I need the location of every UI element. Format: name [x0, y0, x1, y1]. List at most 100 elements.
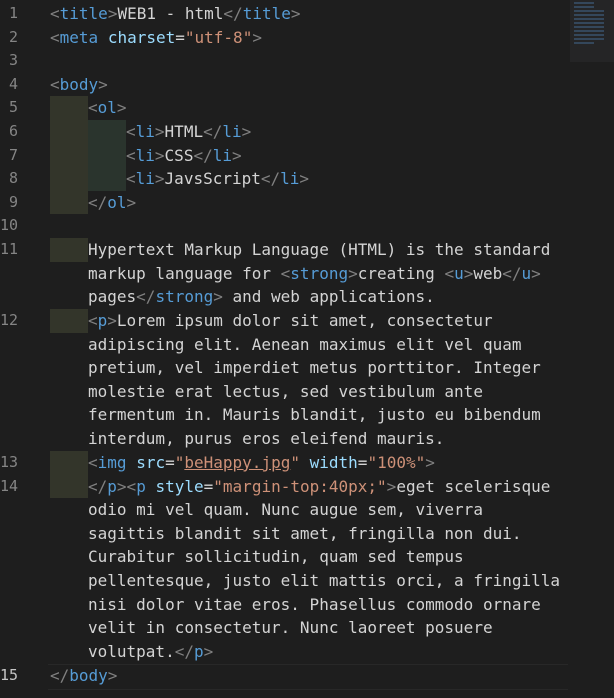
indent-marker: [50, 167, 88, 191]
code-line-1: <title>WEB1 - html</title>: [50, 2, 568, 26]
indent-marker: [50, 119, 88, 144]
indent-marker: [88, 143, 126, 168]
code-line-12: <p>Lorem ipsum dolor sit amet, consectet…: [50, 308, 568, 451]
indent-marker: [50, 190, 88, 215]
tag-name: title: [59, 4, 108, 23]
code-line-2: <meta charset="utf-8">: [50, 26, 568, 50]
line-number-active: 15: [0, 666, 19, 684]
line-number: 5: [8, 98, 18, 117]
bracket: >: [116, 476, 127, 496]
minimap[interactable]: [570, 0, 614, 62]
line-number: 4: [8, 74, 18, 93]
line-number-gutter: 1 2 3 4 5 6 7 8 9 10 11 12 13 14 15: [0, 0, 48, 698]
bracket: >: [116, 98, 127, 118]
quote: ": [290, 452, 300, 472]
bracket: <: [126, 476, 137, 496]
tag-name: li: [135, 145, 155, 165]
bracket: >: [348, 263, 358, 283]
code-line-14: </p><p style="margin-top:40px;">eget sce…: [50, 474, 570, 664]
line-number: 6: [8, 122, 18, 140]
indent-marker: [50, 237, 88, 262]
tag-name: title: [242, 4, 291, 23]
tag-name: ol: [97, 98, 117, 118]
bracket: <: [50, 4, 60, 23]
code-line-15: </body>: [50, 664, 568, 688]
indent-marker: [50, 143, 88, 168]
tag-name: body: [69, 665, 108, 685]
equals: =: [357, 452, 368, 472]
bracket: </: [203, 121, 223, 141]
minimap-line: [574, 30, 604, 32]
line-number: 13: [0, 453, 19, 471]
bracket: </: [50, 665, 70, 685]
bracket: <: [280, 263, 291, 283]
bracket: <: [50, 74, 60, 94]
equals: =: [165, 452, 175, 472]
bracket: >: [154, 169, 165, 189]
indent-marker: [50, 450, 88, 475]
indent-marker: [50, 96, 88, 120]
indent-marker: [50, 308, 88, 333]
bracket: <: [88, 310, 98, 330]
editor-window: { "line_numbers": ["1","2","3","4","5","…: [0, 0, 614, 698]
code-line-5: <ol>: [50, 96, 568, 120]
bracket: >: [203, 641, 214, 661]
text: web: [473, 263, 503, 283]
text: eget scelerisque odio mi vel quam. Nunc …: [88, 476, 570, 661]
line-number: 8: [8, 169, 18, 188]
line-number: 1: [8, 4, 18, 22]
tag-name: p: [97, 310, 108, 330]
bracket: >: [231, 145, 242, 165]
code-line-9: </ol>: [50, 190, 568, 215]
minimap-line: [574, 38, 604, 40]
bracket: >: [107, 4, 118, 23]
tag-name: u: [454, 263, 464, 283]
bracket: >: [213, 287, 223, 307]
attribute-value: "margin-top:40px;": [213, 476, 387, 496]
tag-name: li: [135, 169, 155, 189]
attribute-value: "utf-8": [184, 27, 253, 47]
code-area[interactable]: <title>WEB1 - html</title> <meta charset…: [50, 2, 568, 687]
bracket: </: [174, 641, 194, 661]
code-line-8: <li>JavsScript</li>: [50, 167, 568, 191]
bracket: >: [154, 121, 165, 141]
tag-name: p: [107, 476, 117, 496]
tag-name: body: [59, 74, 99, 94]
bracket: <: [88, 452, 98, 472]
bracket: </: [136, 287, 156, 307]
code-line-4: <body>: [50, 73, 568, 97]
bracket: >: [531, 263, 541, 283]
tag-name: li: [222, 121, 242, 141]
attribute-name: src: [136, 452, 166, 472]
attribute-name: charset: [107, 27, 176, 47]
line-number: 2: [8, 27, 18, 46]
bracket: >: [98, 74, 108, 94]
indent-marker: [50, 474, 88, 499]
line-number: 3: [8, 51, 18, 70]
line-number: 7: [8, 145, 18, 164]
text: CSS: [164, 145, 194, 165]
minimap-line: [574, 10, 604, 12]
tag-name: li: [135, 121, 155, 141]
minimap-line: [574, 14, 604, 16]
link-value[interactable]: beHappy.jpg: [184, 453, 290, 472]
bracket: </: [260, 169, 281, 189]
tag-name: p: [136, 476, 146, 496]
bracket: <: [88, 98, 98, 118]
line-number: 14: [0, 477, 19, 495]
attribute-name: style: [155, 476, 204, 496]
tag-name: strong: [155, 287, 214, 307]
bracket: <: [126, 169, 136, 189]
bracket: >: [126, 192, 137, 212]
tag-name: li: [212, 145, 232, 165]
bracket: <: [444, 263, 455, 283]
equals: =: [203, 476, 214, 496]
bracket: >: [107, 310, 117, 330]
quote: ": [174, 452, 185, 472]
text: HTML: [164, 121, 204, 141]
minimap-line: [574, 26, 604, 28]
text: and web applications.: [222, 287, 435, 307]
tag-name: u: [521, 263, 532, 283]
